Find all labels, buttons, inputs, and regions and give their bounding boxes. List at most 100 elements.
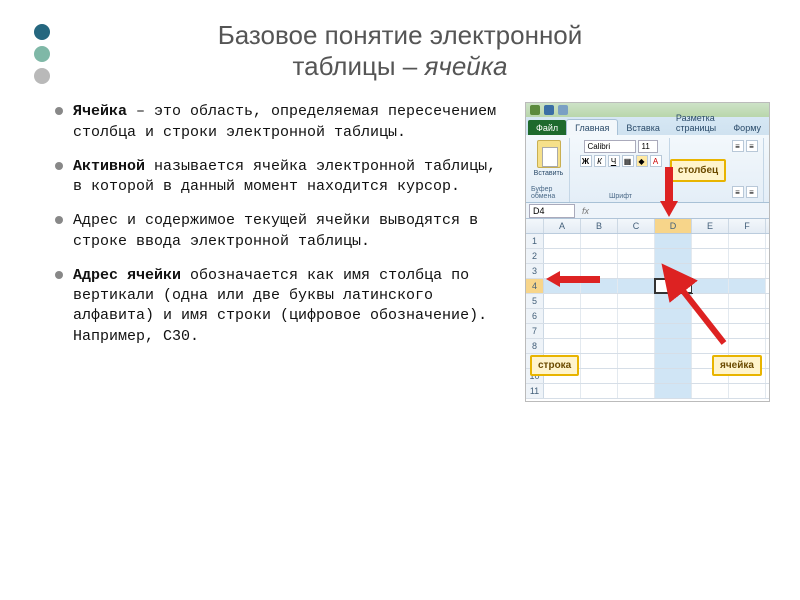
- cell[interactable]: [544, 339, 581, 353]
- fill-button[interactable]: ◆: [636, 155, 648, 167]
- cell[interactable]: [581, 309, 618, 323]
- row-head[interactable]: 2: [526, 249, 544, 263]
- cell[interactable]: [729, 384, 766, 398]
- bullet-list: Ячейка – это область, определяемая перес…: [55, 102, 513, 402]
- cell[interactable]: [581, 354, 618, 368]
- border-button[interactable]: ▦: [622, 155, 634, 167]
- ribbon-font-section: Calibri 11 Ж К Ч ▦ ◆ A Шрифт: [572, 138, 670, 202]
- deco-dot-green: [34, 46, 50, 62]
- cell[interactable]: [581, 324, 618, 338]
- col-head-D[interactable]: D: [655, 219, 692, 233]
- font-size-dropdown[interactable]: 11: [638, 140, 658, 153]
- col-head-E[interactable]: E: [692, 219, 729, 233]
- column-headers: A B C D E F: [526, 219, 769, 234]
- callout-column: столбец: [670, 159, 726, 182]
- underline-button[interactable]: Ч: [608, 155, 620, 167]
- cell[interactable]: [618, 279, 655, 293]
- cell[interactable]: [618, 294, 655, 308]
- spreadsheet-grid[interactable]: A B C D E F 1234567891011 строка ячейка: [526, 219, 769, 402]
- cell[interactable]: [618, 324, 655, 338]
- row-head[interactable]: 11: [526, 384, 544, 398]
- cell[interactable]: [655, 354, 692, 368]
- bullet-1: Ячейка – это область, определяемая перес…: [55, 102, 513, 143]
- cell[interactable]: [544, 324, 581, 338]
- bold-button[interactable]: Ж: [580, 155, 592, 167]
- row-head[interactable]: 7: [526, 324, 544, 338]
- cell[interactable]: [655, 234, 692, 248]
- cell[interactable]: [581, 234, 618, 248]
- cell[interactable]: [655, 369, 692, 383]
- cell[interactable]: [581, 249, 618, 263]
- row-head[interactable]: 3: [526, 264, 544, 278]
- align-left-icon[interactable]: ≡: [732, 186, 744, 198]
- italic-button[interactable]: К: [594, 155, 606, 167]
- cell[interactable]: [729, 339, 766, 353]
- cell[interactable]: [618, 339, 655, 353]
- cell[interactable]: [692, 384, 729, 398]
- formula-bar: D4 fx: [526, 203, 769, 219]
- cell[interactable]: [618, 384, 655, 398]
- tab-file[interactable]: Файл: [528, 120, 566, 135]
- select-all-corner[interactable]: [526, 219, 544, 233]
- tab-formulas[interactable]: Форму: [725, 120, 769, 135]
- cell[interactable]: [729, 264, 766, 278]
- cell[interactable]: [581, 369, 618, 383]
- fx-icon[interactable]: fx: [578, 206, 593, 216]
- row-head[interactable]: 8: [526, 339, 544, 353]
- cell[interactable]: [544, 234, 581, 248]
- align-mid-icon[interactable]: ≡: [746, 140, 758, 152]
- tab-layout[interactable]: Разметка страницы: [668, 110, 725, 135]
- font-name-dropdown[interactable]: Calibri: [584, 140, 636, 153]
- cell[interactable]: [729, 279, 766, 293]
- cell[interactable]: [618, 249, 655, 263]
- cell[interactable]: [692, 234, 729, 248]
- row-head[interactable]: 6: [526, 309, 544, 323]
- cell[interactable]: [544, 294, 581, 308]
- grid-row: 1: [526, 234, 769, 249]
- name-box[interactable]: D4: [529, 204, 575, 218]
- cell[interactable]: [729, 249, 766, 263]
- cell[interactable]: [692, 249, 729, 263]
- cell[interactable]: [618, 369, 655, 383]
- row-head[interactable]: 5: [526, 294, 544, 308]
- excel-screenshot: Файл Главная Вставка Разметка страницы Ф…: [525, 102, 770, 402]
- cell[interactable]: [655, 264, 692, 278]
- align-top-icon[interactable]: ≡: [732, 140, 744, 152]
- cell[interactable]: [581, 339, 618, 353]
- cell[interactable]: [618, 264, 655, 278]
- callout-cell-label: ячейка: [712, 355, 762, 376]
- cell[interactable]: [544, 384, 581, 398]
- cell[interactable]: [544, 249, 581, 263]
- paste-icon[interactable]: [537, 140, 561, 168]
- tab-insert[interactable]: Вставка: [618, 120, 667, 135]
- cell[interactable]: [729, 324, 766, 338]
- grid-row: 2: [526, 249, 769, 264]
- cell[interactable]: [655, 384, 692, 398]
- cell[interactable]: [581, 384, 618, 398]
- cell[interactable]: [618, 354, 655, 368]
- cell[interactable]: [618, 309, 655, 323]
- deco-dot-gray: [34, 68, 50, 84]
- page-title: Базовое понятие электронной таблицы – яч…: [0, 0, 800, 92]
- cell[interactable]: [729, 234, 766, 248]
- font-color-button[interactable]: A: [650, 155, 662, 167]
- row-head[interactable]: 1: [526, 234, 544, 248]
- row-head[interactable]: 4: [526, 279, 544, 293]
- col-head-B[interactable]: B: [581, 219, 618, 233]
- cell[interactable]: [692, 264, 729, 278]
- col-head-F[interactable]: F: [729, 219, 766, 233]
- align-center-icon[interactable]: ≡: [746, 186, 758, 198]
- cell[interactable]: [618, 234, 655, 248]
- title-line2-prefix: таблицы –: [293, 51, 425, 81]
- ribbon-body: Вставить Буфер обмена Calibri 11 Ж К Ч ▦…: [526, 135, 769, 203]
- cell[interactable]: [729, 309, 766, 323]
- qat-undo-icon: [558, 105, 568, 115]
- cell[interactable]: [729, 294, 766, 308]
- col-head-C[interactable]: C: [618, 219, 655, 233]
- tab-home[interactable]: Главная: [566, 119, 618, 135]
- cell[interactable]: [655, 249, 692, 263]
- cell[interactable]: [581, 294, 618, 308]
- paste-label: Вставить: [534, 170, 564, 177]
- col-head-A[interactable]: A: [544, 219, 581, 233]
- cell[interactable]: [544, 309, 581, 323]
